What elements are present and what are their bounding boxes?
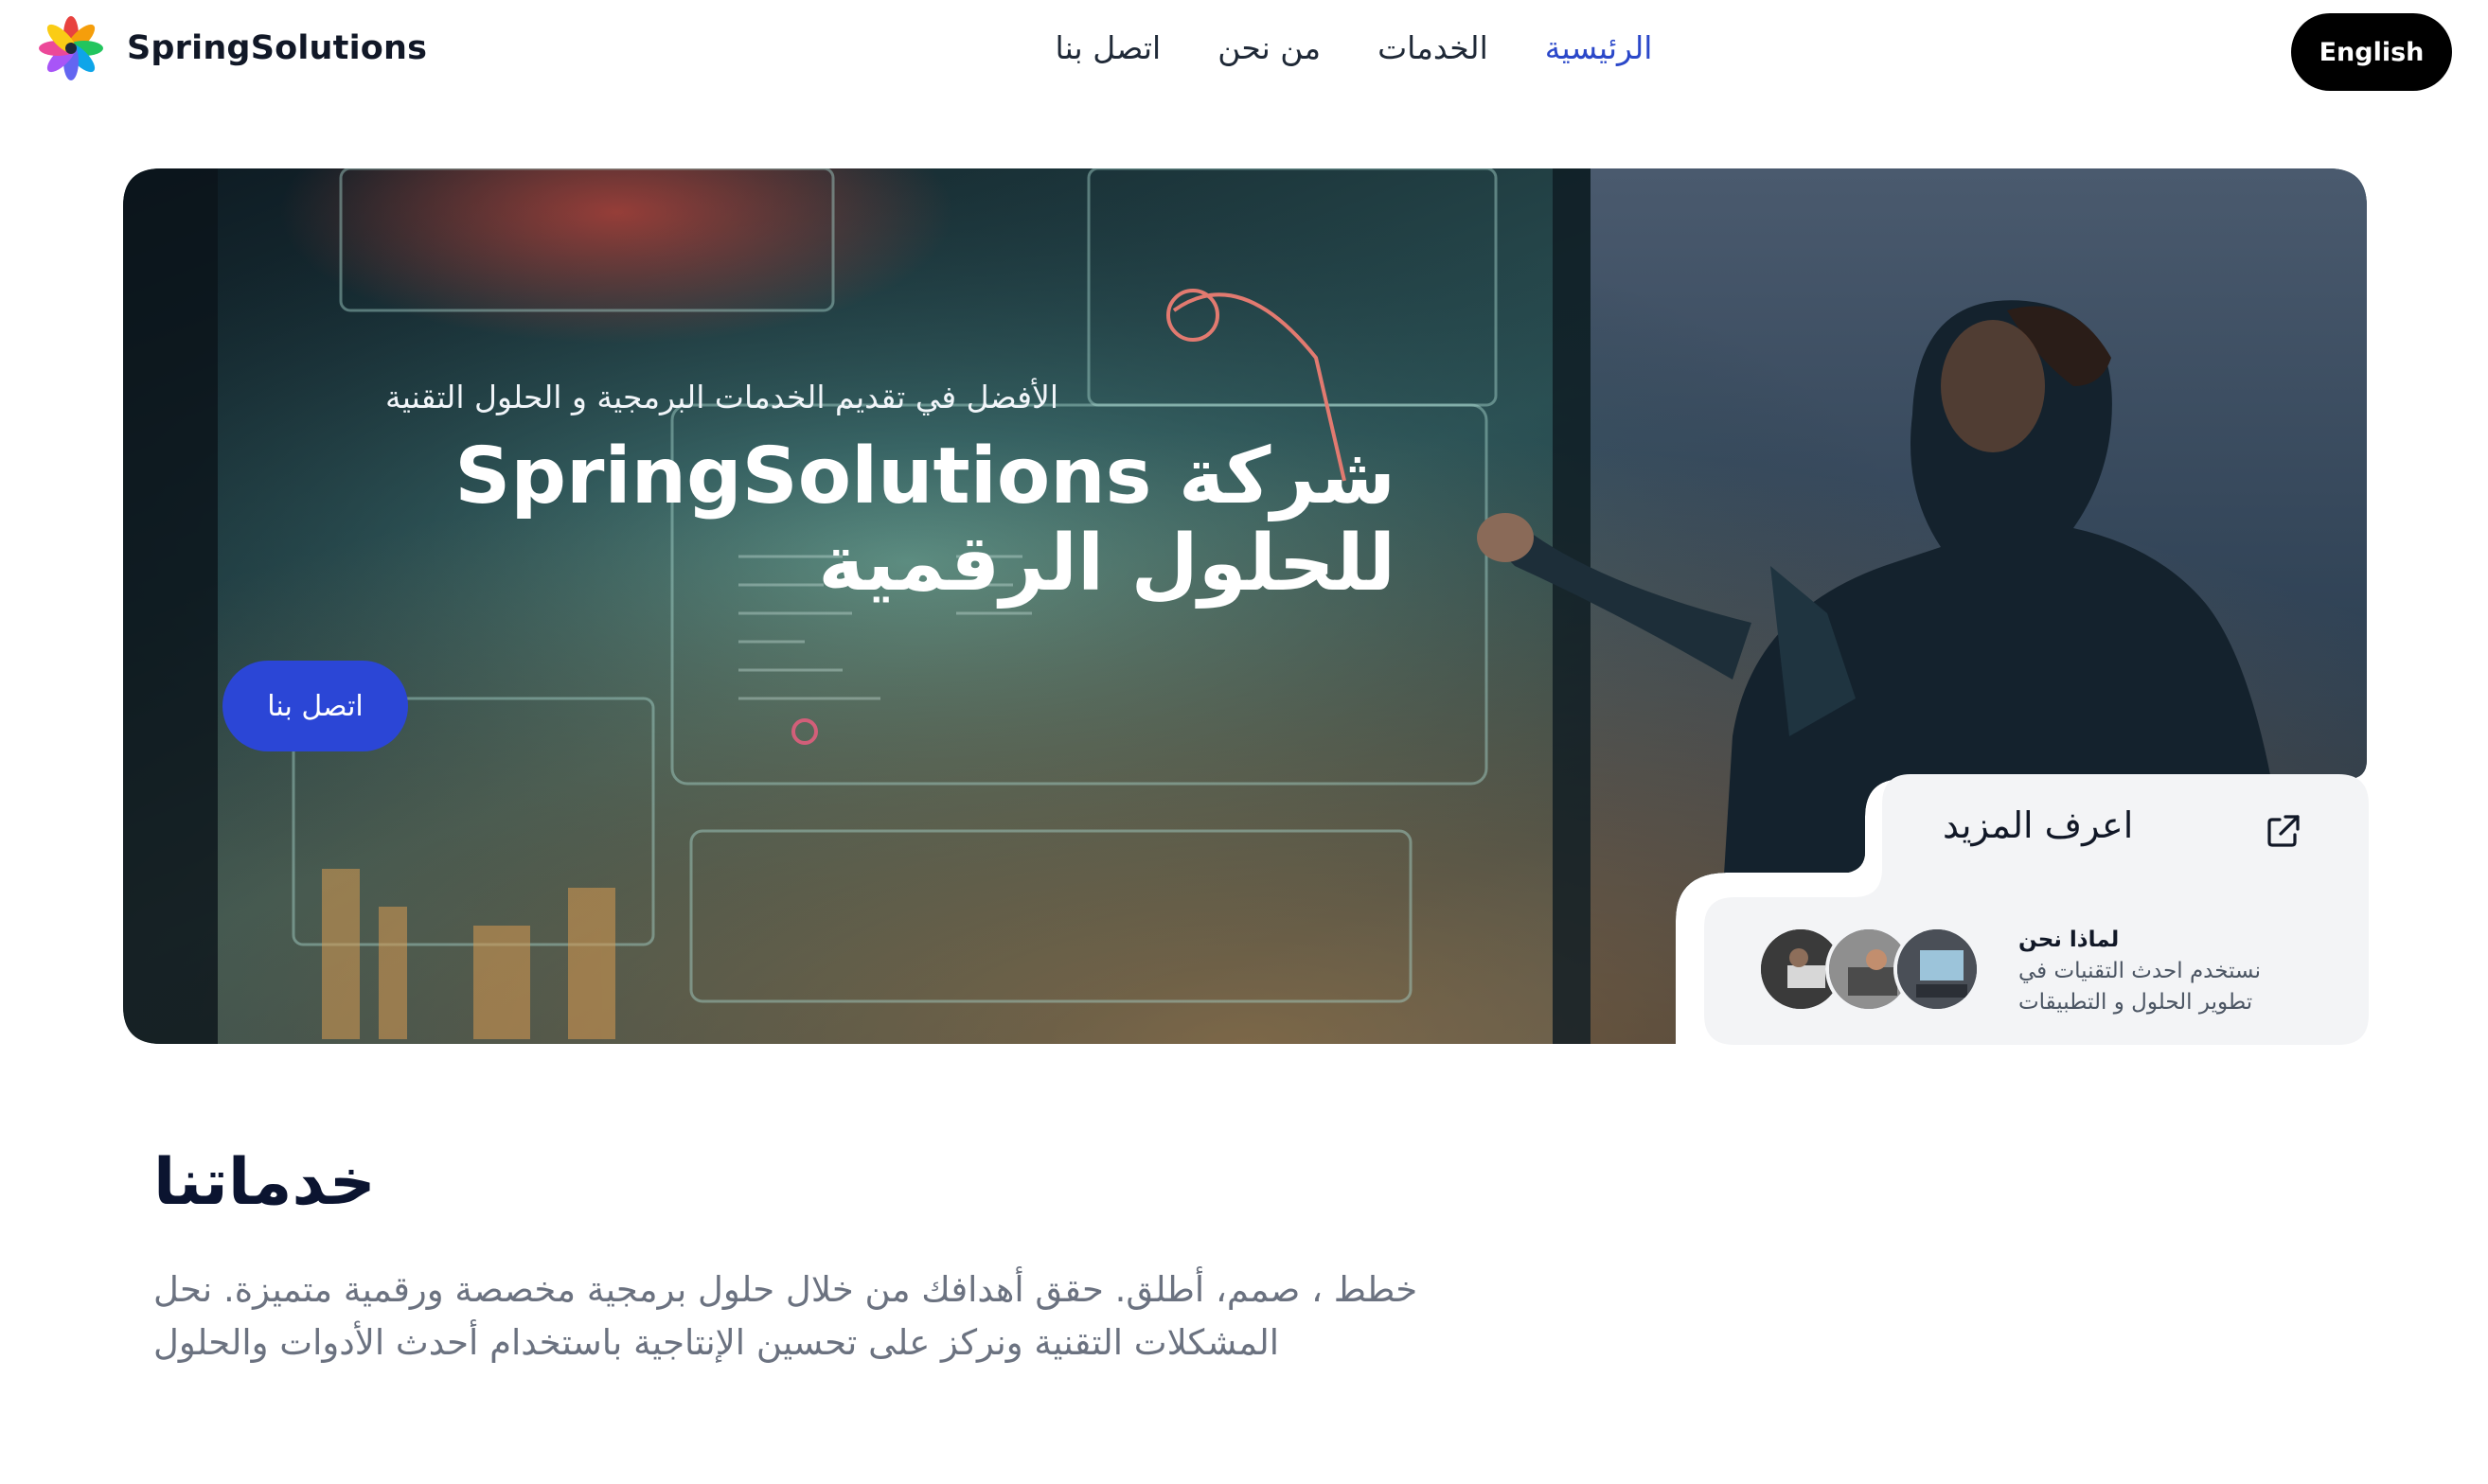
nav-item-about[interactable]: من نحن	[1217, 29, 1321, 66]
why-us-title: لماذا نحن	[2018, 928, 2120, 952]
flower-logo-icon	[39, 16, 103, 80]
services-title: خدماتنا	[153, 1145, 376, 1220]
brand-name: SpringSolutions	[127, 29, 428, 67]
nav-item-services[interactable]: الخدمات	[1377, 29, 1488, 66]
avatar-group	[1757, 926, 1984, 1013]
avatar	[1893, 926, 1981, 1013]
hero-section: الأفضل في تقديم الخدمات البرمجية و الحلو…	[123, 168, 2367, 1044]
contact-us-button[interactable]: اتصل بنا	[222, 661, 408, 751]
nav-item-contact[interactable]: اتصل بنا	[1056, 29, 1162, 66]
language-toggle-button[interactable]: English	[2291, 13, 2452, 91]
nav-item-home[interactable]: الرئيسية	[1545, 29, 1653, 66]
services-description: خطط ، صمم، أطلق. حقق أهدافك من خلال حلول…	[153, 1269, 1418, 1363]
main-nav: الرئيسية الخدمات من نحن اتصل بنا	[1032, 21, 1676, 74]
learn-more-title[interactable]: اعرف المزيد	[1943, 804, 2133, 846]
site-header: SpringSolutions الرئيسية الخدمات من نحن …	[0, 0, 2488, 95]
hero-title: شركة SpringSolutions للحلول الرقمية	[454, 432, 1395, 609]
brand[interactable]: SpringSolutions	[38, 16, 428, 80]
external-link-icon[interactable]	[2265, 812, 2302, 850]
why-us-text: نستخدم احدث التقنيات في تطوير الحلول و ا…	[2018, 959, 2261, 1015]
hero-subtitle: الأفضل في تقديم الخدمات البرمجية و الحلو…	[385, 379, 1058, 415]
